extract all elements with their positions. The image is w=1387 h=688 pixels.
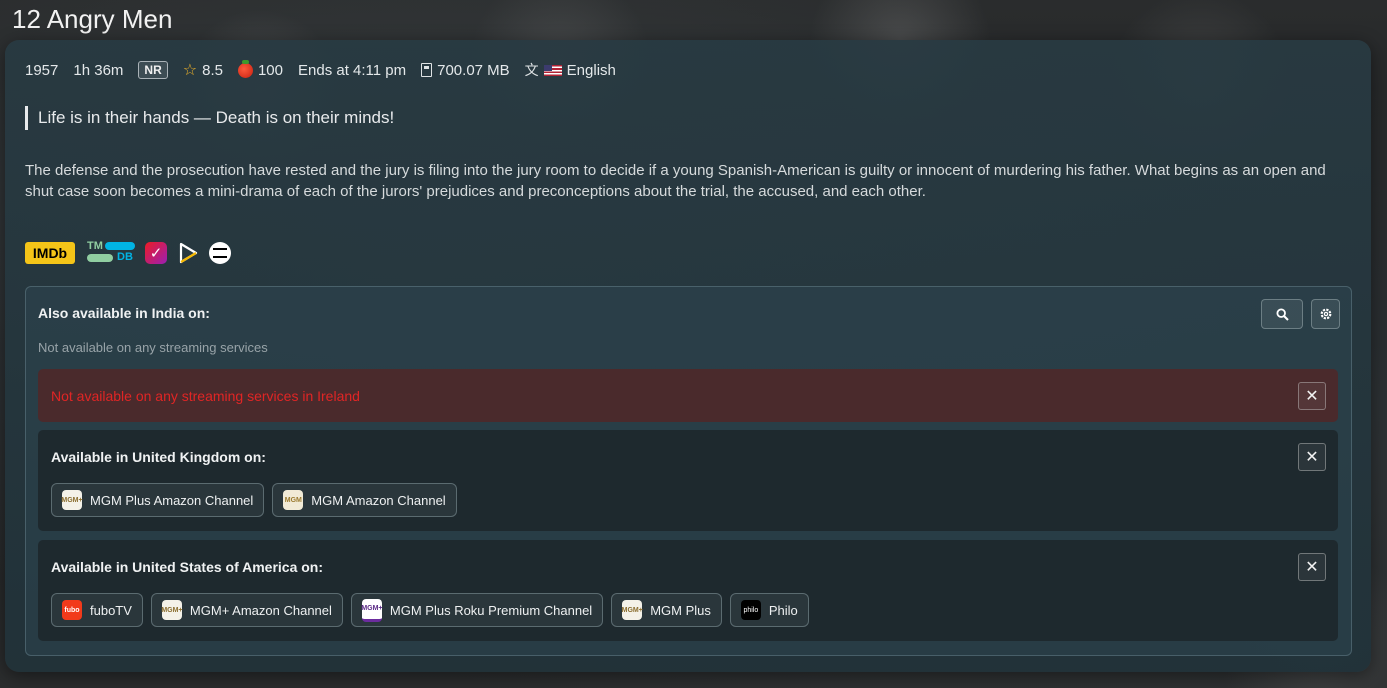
provider-chip[interactable]: MGM+ MGM Plus Roku Premium Channel [350, 593, 604, 627]
tmdb-logo-bottom: DB [117, 251, 133, 263]
tomato-icon [237, 59, 253, 78]
file-size-value: 700.07 MB [437, 61, 510, 79]
provider-logo: MGM+ [622, 600, 643, 620]
settings-button[interactable] [1311, 299, 1340, 329]
tmdb-logo-top: TM [87, 240, 103, 252]
alert-text: Not available on any streaming services … [51, 388, 360, 404]
search-icon [1275, 307, 1289, 321]
details-card: 1957 1h 36m NR ☆ 8.5 100 Ends at 4:11 pm… [5, 40, 1371, 672]
star-rating: ☆ 8.5 [183, 60, 223, 80]
provider-name: fuboTV [90, 602, 132, 618]
close-alert-button[interactable]: ✕ [1298, 382, 1326, 410]
us-flag-icon [543, 64, 562, 76]
provider-list: MGM+ MGM Plus Amazon Channel MGM MGM Ama… [51, 483, 457, 517]
translate-icon: 文 [524, 62, 539, 78]
release-year: 1957 [25, 61, 59, 79]
close-icon: ✕ [1305, 388, 1319, 405]
availability-panel: Also available in India on: Not availabl… [25, 286, 1352, 656]
meta-row: 1957 1h 36m NR ☆ 8.5 100 Ends at 4:11 pm… [25, 59, 631, 80]
overview: The defense and the prosecution have res… [25, 162, 1326, 200]
language-value: English [566, 61, 616, 79]
letterboxd-icon [213, 248, 227, 258]
star-rating-value: 8.5 [202, 61, 223, 79]
provider-logo: fubo [62, 600, 82, 620]
page-title: 12 Angry Men [12, 4, 173, 34]
close-region-button[interactable]: ✕ [1298, 443, 1326, 471]
region-title: Available in United Kingdom on: [51, 449, 266, 465]
provider-name: MGM Plus Amazon Channel [90, 492, 254, 508]
gear-icon [1320, 308, 1331, 320]
file-size: 700.07 MB [421, 62, 510, 79]
provider-list: fubo fuboTV MGM+ MGM+ Amazon Channel MGM… [51, 593, 809, 627]
provider-chip[interactable]: MGM+ MGM+ Amazon Channel [150, 593, 343, 627]
home-region-status: Not available on any streaming services [38, 340, 268, 355]
tmdb-logo-bar-bottom [87, 254, 113, 262]
search-button[interactable] [1261, 299, 1303, 329]
audio-language: 文 English [525, 60, 616, 80]
provider-logo: MGM+ [161, 600, 183, 620]
star-icon: ☆ [182, 62, 198, 79]
provider-logo: MGM+ [61, 490, 83, 510]
provider-name: MGM Plus Roku Premium Channel [389, 602, 593, 618]
trakt-link[interactable]: ✓ [145, 242, 167, 264]
close-icon: ✕ [1305, 449, 1319, 466]
rating-badge: NR [138, 61, 168, 79]
external-links: IMDb TM DB ✓ [25, 240, 231, 266]
provider-logo: philo [740, 600, 761, 620]
provider-chip[interactable]: fubo fuboTV [51, 593, 143, 627]
provider-logo: MGM [283, 490, 304, 510]
letterboxd-link[interactable] [209, 242, 231, 264]
unavailable-alert: Not available on any streaming services … [38, 369, 1338, 422]
imdb-link[interactable]: IMDb [25, 242, 75, 264]
trailer-play-link[interactable] [177, 242, 199, 264]
tomato-score: 100 [237, 59, 283, 79]
provider-name: MGM Amazon Channel [311, 492, 446, 508]
provider-name: MGM Plus [650, 602, 711, 618]
region-united-kingdom: Available in United Kingdom on: ✕ MGM+ M… [38, 430, 1338, 531]
home-region-title: Also available in India on: [38, 305, 210, 321]
tmdb-link[interactable]: TM DB [85, 240, 135, 266]
play-icon [179, 242, 198, 264]
region-title: Available in United States of America on… [51, 559, 324, 575]
region-united-states: Available in United States of America on… [38, 540, 1338, 641]
runtime: 1h 36m [73, 61, 124, 79]
provider-chip[interactable]: MGM+ MGM Plus [611, 593, 722, 627]
ends-at: Ends at 4:11 pm [298, 61, 407, 79]
provider-chip[interactable]: MGM MGM Amazon Channel [272, 483, 457, 517]
close-region-button[interactable]: ✕ [1298, 553, 1326, 581]
provider-logo: MGM+ [361, 598, 383, 622]
provider-chip[interactable]: MGM+ MGM Plus Amazon Channel [51, 483, 265, 517]
file-size-icon [421, 63, 433, 77]
provider-chip[interactable]: philo Philo [729, 593, 809, 627]
tmdb-logo-bar-top [105, 242, 135, 250]
close-icon: ✕ [1305, 559, 1319, 576]
tomato-score-value: 100 [257, 61, 283, 79]
tagline: Life is in their hands — Death is on the… [25, 106, 394, 130]
provider-name: Philo [768, 602, 798, 618]
provider-name: MGM+ Amazon Channel [189, 602, 332, 618]
